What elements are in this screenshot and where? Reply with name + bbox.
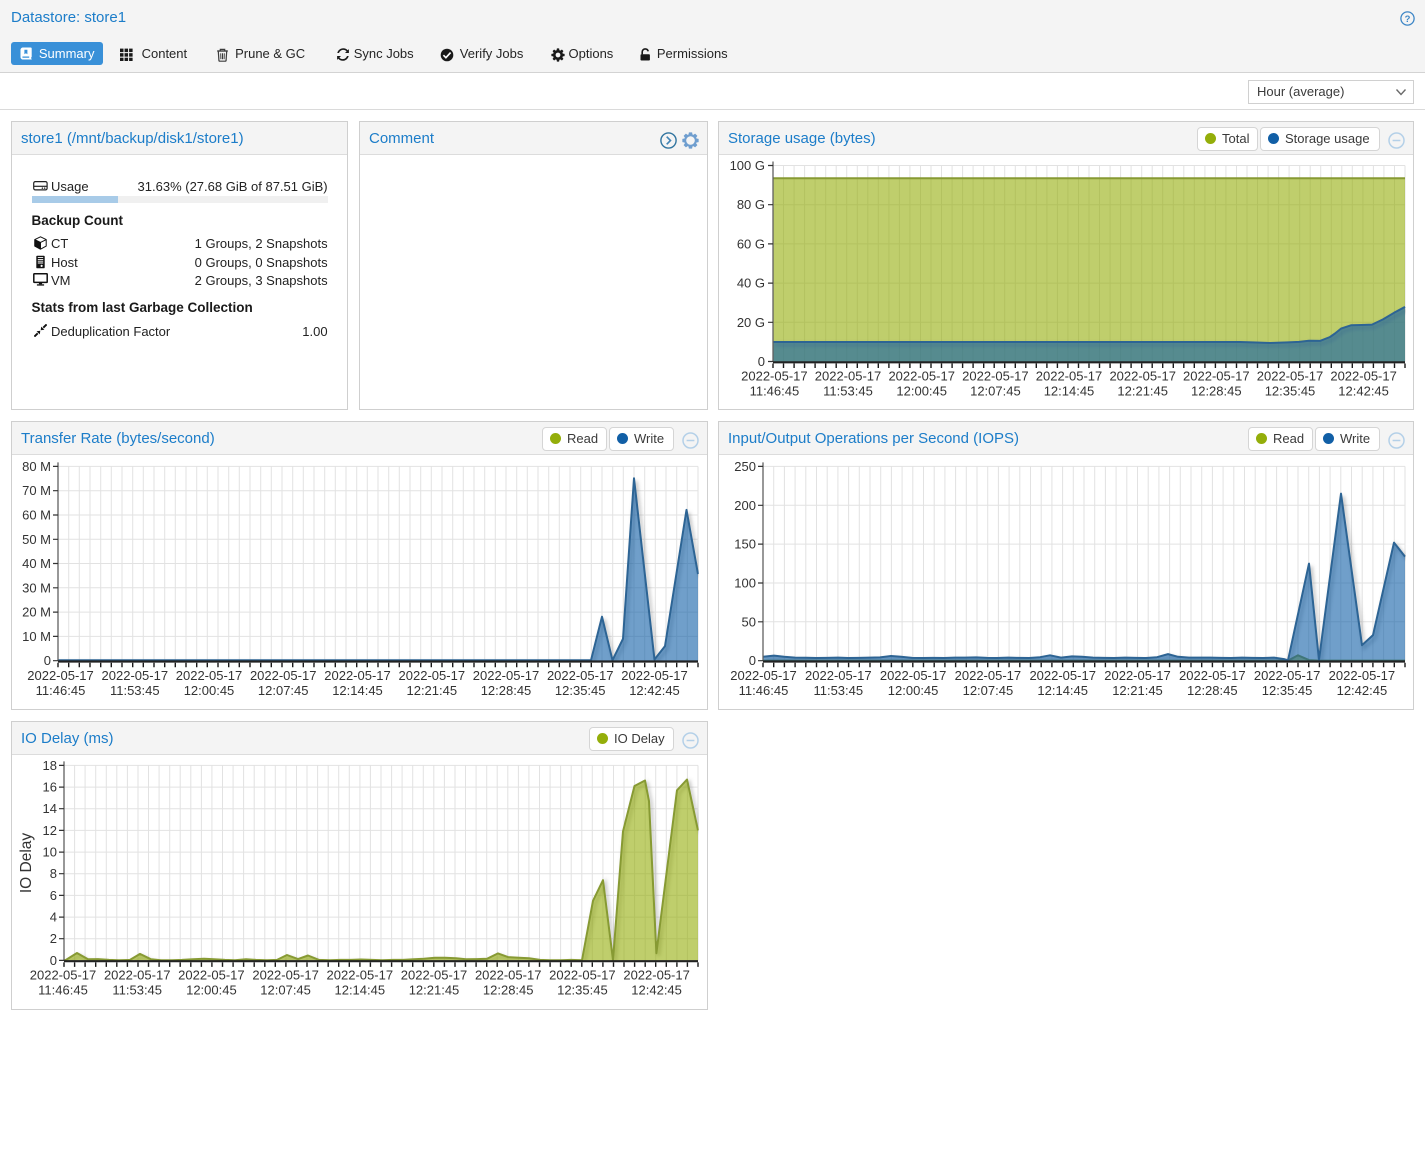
svg-text:?: ? (1405, 14, 1411, 25)
